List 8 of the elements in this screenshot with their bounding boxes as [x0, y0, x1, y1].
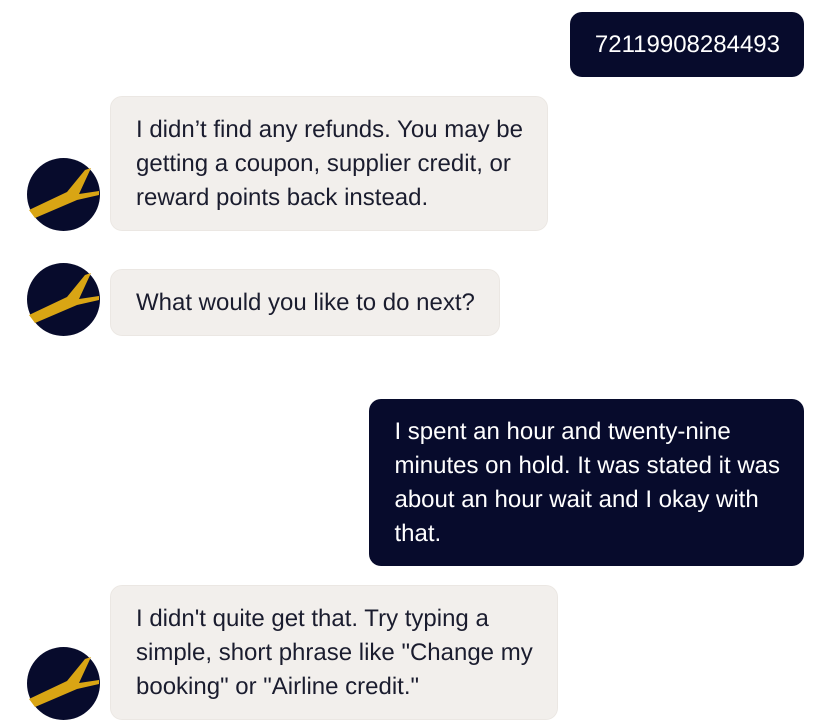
- bot-message-bubble: I didn't quite get that. Try typing a simple, short phrase like "Change my booking" or "Airline credit.": [110, 585, 558, 720]
- airplane-avatar-icon: [27, 263, 100, 336]
- airplane-avatar-icon: [27, 647, 100, 720]
- user-message-bubble: 72119908284493: [570, 12, 804, 77]
- airplane-avatar-icon: [27, 158, 100, 231]
- user-message-bubble: I spent an hour and twenty-nine minutes on hold. It was stated it was about an hour wait and I okay with that.: [369, 399, 804, 566]
- bot-message-bubble: I didn’t find any refunds. You may be getting a coupon, supplier credit, or reward points back instead.: [110, 96, 548, 231]
- bot-message-bubble: What would you like to do next?: [110, 269, 500, 336]
